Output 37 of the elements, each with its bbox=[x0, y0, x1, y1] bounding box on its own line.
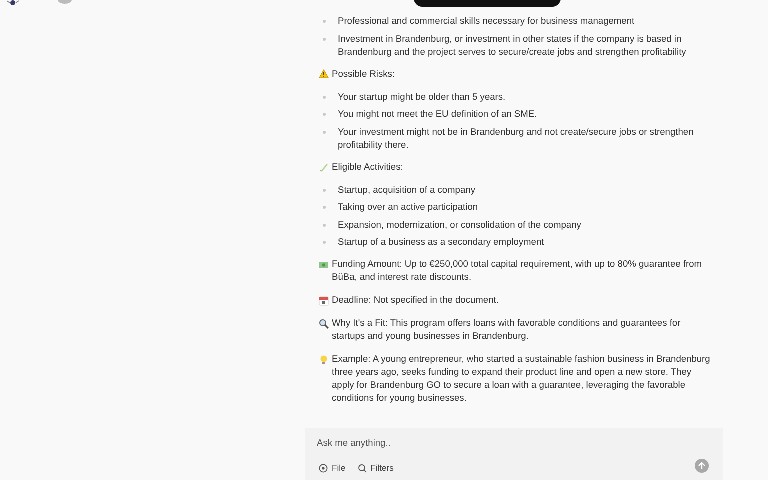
search-icon bbox=[358, 464, 367, 472]
bullet-icon bbox=[323, 188, 326, 192]
list-item: Taking over an active participation bbox=[338, 201, 478, 214]
list-item: Your startup might be older than 5 years. bbox=[338, 90, 506, 104]
bullet-icon bbox=[323, 20, 326, 23]
bullet-icon bbox=[323, 206, 326, 209]
bullet-icon bbox=[323, 96, 326, 98]
paragraph: Funding Amount: Up to €250,000 total capital requirement, with up to 80% guarantee from BüBa, and interest rate discounts. bbox=[332, 258, 704, 284]
filters-button[interactable]: Filters bbox=[358, 463, 394, 473]
list-item: You might not meet the EU definition of an SME. bbox=[338, 108, 538, 121]
paragraph: Eligible Activities: bbox=[332, 160, 404, 174]
paragraph: Why It's a Fit: This program offers loans with favorable conditions and guarantees for startups and young businesses in Brandenburg. bbox=[332, 317, 682, 343]
pencil-icon bbox=[319, 162, 329, 172]
bullet-icon bbox=[323, 113, 326, 116]
bullet-icon bbox=[323, 130, 326, 134]
bullet-icon bbox=[323, 224, 326, 226]
warning-icon bbox=[319, 69, 329, 79]
bullet-icon bbox=[323, 241, 326, 244]
banknote-icon bbox=[319, 260, 329, 270]
lightbulb-icon bbox=[319, 354, 329, 364]
arrow-up-icon bbox=[698, 462, 706, 470]
logo-icon[interactable] bbox=[6, 0, 20, 8]
file-button[interactable]: File bbox=[319, 463, 346, 473]
bullet-icon bbox=[323, 38, 326, 40]
list-item: Startup, acquisition of a company bbox=[338, 184, 476, 196]
list-item: Startup of a business as a secondary employment bbox=[338, 236, 544, 249]
list-item: Expansion, modernization, or consolidation of the company bbox=[338, 218, 582, 232]
list-item: Investment in Brandenburg, or investment in other states if the company is based in Brandenburg and the project serves to secure/create jobs and strengthen profitability bbox=[338, 32, 688, 58]
list-item: Your investment might not be in Brandenburg and not create/secure jobs or strengthen profitability there. bbox=[338, 126, 695, 152]
list-item: Professional and commercial skills necessary for business management bbox=[338, 15, 635, 28]
plus-circle-icon bbox=[319, 464, 328, 472]
paragraph: Possible Risks: bbox=[332, 68, 396, 80]
magnifier-icon bbox=[319, 318, 329, 328]
paragraph: Deadline: Not specified in the document. bbox=[332, 294, 499, 307]
calendar-icon bbox=[319, 296, 329, 306]
input-field[interactable]: Ask me anything.. bbox=[317, 438, 677, 448]
paragraph: Example: A young entrepreneur, who started a sustainable fashion business in Brandenburg three years ago, seeks funding to expand their product line and open a new store. They apply for Brandenburg GO to secure a loan with a guarantee, leveraging the favorable conditions for young businesses. bbox=[332, 353, 712, 405]
